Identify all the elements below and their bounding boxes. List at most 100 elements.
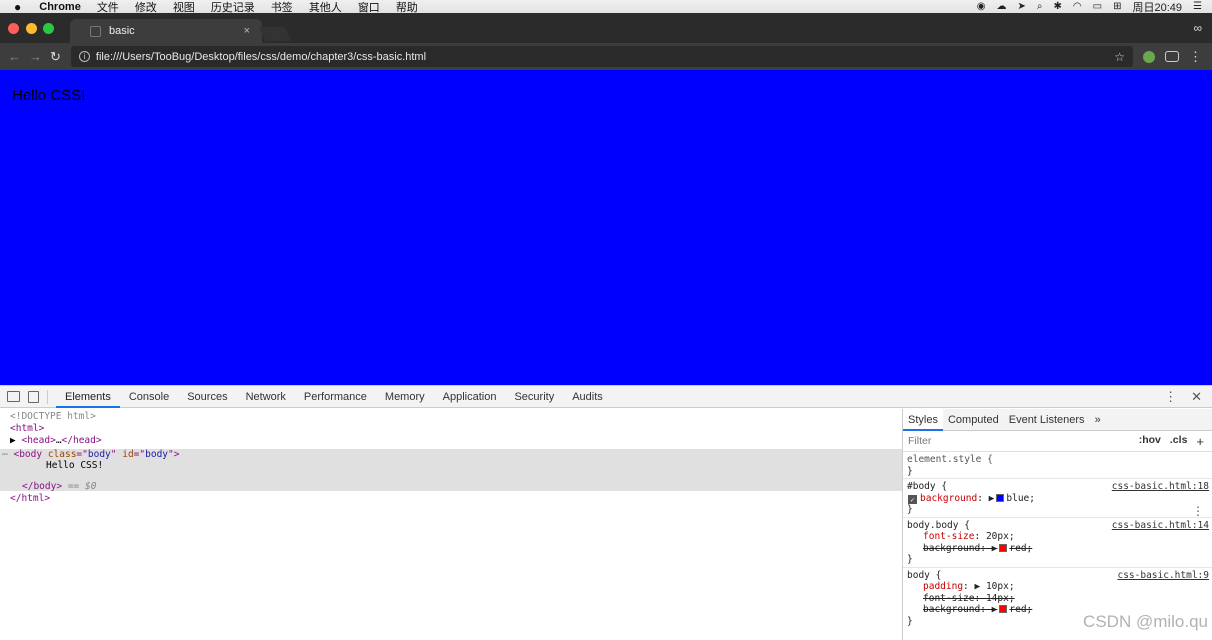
style-property-overridden[interactable]: background: ▶ red; xyxy=(907,543,1208,555)
tab-styles[interactable]: Styles xyxy=(903,408,943,431)
property-checkbox[interactable]: ✓ xyxy=(908,494,917,504)
id-attr-name: id xyxy=(122,449,134,460)
apple-icon[interactable]: ● xyxy=(14,0,21,14)
body-close-tag: /body xyxy=(27,481,57,492)
tab-memory[interactable]: Memory xyxy=(376,386,434,408)
wifi-icon[interactable]: ◠ xyxy=(1073,1,1082,12)
property-name: font-size xyxy=(923,592,975,604)
property-name: padding xyxy=(923,581,964,592)
url-text: file:///Users/TooBug/Desktop/files/css/d… xyxy=(95,50,427,63)
toolbar-divider xyxy=(47,389,48,404)
input-method-icon[interactable]: ⊞ xyxy=(1113,1,1121,12)
tab-event-listeners[interactable]: Event Listeners xyxy=(1004,409,1090,431)
tab-application[interactable]: Application xyxy=(434,386,506,408)
tab-network[interactable]: Network xyxy=(237,386,295,408)
rule-more-icon[interactable]: ⋮ xyxy=(1192,504,1204,518)
style-property[interactable]: padding: ▶ 10px; xyxy=(907,581,1208,593)
style-rule: #body { css-basic.html:18 ✓ background: ▶… xyxy=(903,479,1212,518)
bookmark-star-icon[interactable]: ☆ xyxy=(1114,50,1125,64)
close-window-button[interactable] xyxy=(8,23,19,34)
hov-toggle[interactable]: :hov xyxy=(1139,434,1161,449)
property-name: background xyxy=(923,604,981,615)
property-name: font-size xyxy=(923,531,975,542)
node-actions-icon[interactable]: ⋯ xyxy=(2,449,13,460)
body-close-node[interactable]: </body> == $0 xyxy=(22,481,96,493)
body-text-node[interactable]: Hello CSS! xyxy=(46,460,103,472)
page-viewport: Hello CSS! xyxy=(0,70,1212,385)
style-property-overridden[interactable]: font-size: 14px; xyxy=(907,593,1208,605)
doctype-node[interactable]: <!DOCTYPE html> xyxy=(10,411,96,423)
rule-source-link[interactable]: css-basic.html:18 xyxy=(1112,481,1209,492)
head-node[interactable]: ▶ <head>…</head> xyxy=(10,435,102,447)
html-node[interactable]: <html> xyxy=(10,423,44,435)
tab-sources[interactable]: Sources xyxy=(178,386,236,408)
cls-toggle[interactable]: .cls xyxy=(1170,434,1188,449)
rule-close-brace: } xyxy=(907,504,913,515)
chrome-tab-strip: basic × ∞ xyxy=(0,13,1212,43)
styles-filter-bar: Filter :hov .cls + xyxy=(903,431,1212,452)
chrome-menu-icon[interactable]: ⋮ xyxy=(1189,49,1202,65)
expand-arrow-icon[interactable]: ▶ xyxy=(10,435,21,446)
style-rule: element.style { } xyxy=(903,452,1212,479)
tab-computed[interactable]: Computed xyxy=(943,409,1004,431)
battery-icon[interactable]: ▭ xyxy=(1093,1,1102,12)
browser-toolbar: ← → ↻ i file:///Users/TooBug/Desktop/fil… xyxy=(0,43,1212,70)
new-style-rule-icon[interactable]: + xyxy=(1196,434,1204,449)
html-close-node[interactable]: </html> xyxy=(10,493,50,505)
incognito-icon: ∞ xyxy=(1193,21,1202,35)
send-icon[interactable]: ➤ xyxy=(1018,1,1026,12)
mac-menubar: ● Chrome 文件 修改 视图 历史记录 书签 其他人 窗口 帮助 ◉ ☁ … xyxy=(0,0,1212,14)
styles-sidebar-tabs: Styles Computed Event Listeners » xyxy=(903,408,1212,431)
tab-performance[interactable]: Performance xyxy=(295,386,376,408)
body-tag-name: body xyxy=(19,449,43,460)
rule-source-link[interactable]: css-basic.html:14 xyxy=(1112,520,1209,531)
search-icon[interactable]: ⌕ xyxy=(1037,1,1043,12)
color-swatch[interactable] xyxy=(996,493,1005,502)
property-name: background xyxy=(923,542,981,554)
tab-console[interactable]: Console xyxy=(120,386,178,408)
back-button[interactable]: ← xyxy=(8,49,21,64)
elements-tree: <!DOCTYPE html> <html> ▶ <head>…</head> … xyxy=(0,409,902,640)
rule-close-brace: } xyxy=(907,465,913,477)
device-toolbar-icon[interactable] xyxy=(28,390,39,403)
wechat-icon[interactable]: ☁ xyxy=(997,1,1007,12)
close-tab-icon[interactable]: × xyxy=(244,25,250,37)
rule-selector[interactable]: element.style { xyxy=(907,454,1208,466)
color-swatch[interactable] xyxy=(999,543,1008,552)
property-value: red xyxy=(1009,604,1027,615)
address-bar[interactable]: i file:///Users/TooBug/Desktop/files/css… xyxy=(70,46,1133,67)
notification-center-icon[interactable]: ☰ xyxy=(1193,1,1202,12)
menu-chrome[interactable]: Chrome xyxy=(39,1,81,13)
bluetooth-icon[interactable]: ✱ xyxy=(1054,1,1062,12)
reload-button[interactable]: ↻ xyxy=(50,49,61,65)
forward-button[interactable]: → xyxy=(29,49,42,64)
browser-tab[interactable]: basic × xyxy=(70,19,262,43)
devtools-tab-bar: Elements Console Sources Network Perform… xyxy=(0,386,1212,408)
record-icon[interactable]: ◉ xyxy=(977,1,986,12)
html-tag-name: html xyxy=(15,423,39,434)
styles-filter-input[interactable]: Filter xyxy=(908,435,931,447)
tab-audits[interactable]: Audits xyxy=(563,386,612,408)
more-tabs-icon[interactable]: » xyxy=(1090,409,1106,431)
rule-source-link[interactable]: css-basic.html:9 xyxy=(1117,570,1209,581)
site-info-icon[interactable]: i xyxy=(78,51,90,62)
style-property[interactable]: font-size: 20px; xyxy=(907,531,1208,543)
devtools-menu-icon[interactable]: ⋮ xyxy=(1164,389,1177,405)
property-value: 14px xyxy=(985,592,1009,604)
property-value: 20px xyxy=(985,531,1009,542)
extension-icon[interactable] xyxy=(1143,50,1155,63)
zoom-window-button[interactable] xyxy=(43,23,54,34)
close-devtools-icon[interactable]: ✕ xyxy=(1191,389,1202,405)
html-close-tag: /html xyxy=(15,493,45,504)
tab-title: basic xyxy=(109,25,135,37)
tab-elements[interactable]: Elements xyxy=(56,386,120,408)
color-swatch[interactable] xyxy=(999,605,1008,613)
minimize-window-button[interactable] xyxy=(26,23,37,34)
inspect-element-icon[interactable] xyxy=(7,391,20,402)
property-value: blue xyxy=(1006,492,1030,504)
class-attr-name: class xyxy=(47,449,77,460)
style-property[interactable]: ✓ background: ▶ blue; xyxy=(907,493,1208,505)
new-tab-button[interactable] xyxy=(258,27,292,41)
cast-extension-icon[interactable] xyxy=(1165,51,1179,62)
tab-security[interactable]: Security xyxy=(505,386,563,408)
